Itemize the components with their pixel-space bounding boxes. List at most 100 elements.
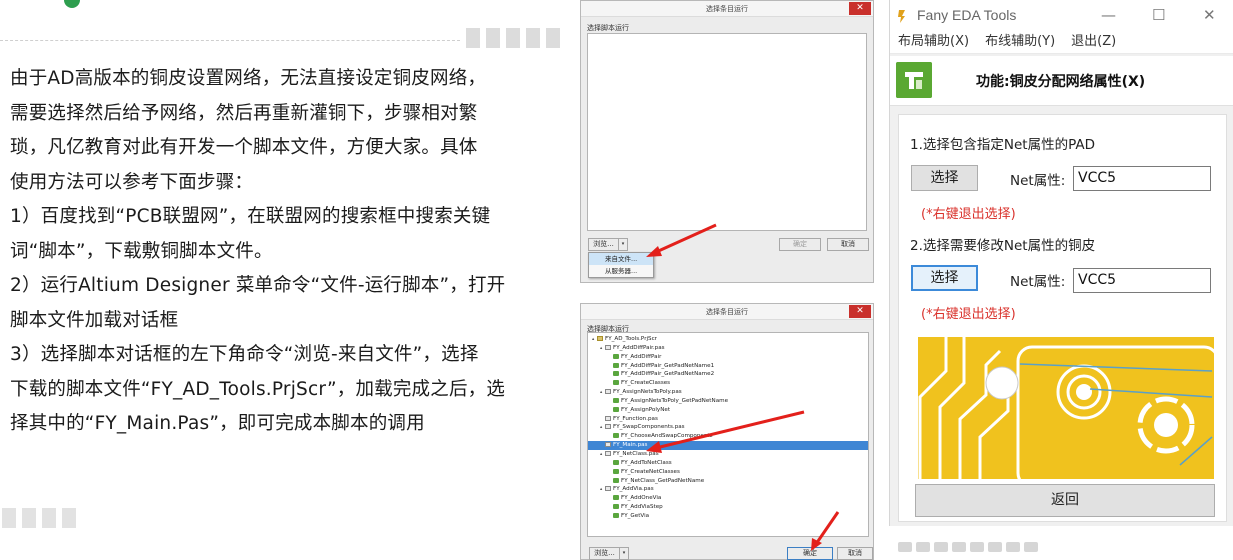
script-file-icon: [605, 344, 611, 350]
tree-item-label: FY_AD_Tools.PrjScr: [605, 336, 657, 342]
procedure-icon: [613, 468, 619, 474]
menu-routing-assist[interactable]: 布线辅助(Y): [985, 32, 1055, 53]
select-copper-button[interactable]: 选择: [911, 265, 978, 291]
browse-button[interactable]: 浏览... ▾: [588, 238, 628, 251]
tree-item[interactable]: FY_AddDiffPair_GetPadNetName2: [588, 370, 868, 379]
tree-item-label: FY_AddVia.pas: [613, 486, 654, 493]
chevron-down-icon[interactable]: ▾: [618, 239, 627, 250]
tree-item[interactable]: ▴ FY_AddVia.pas: [588, 485, 868, 494]
tree-item-label: FY_AddDiffPair_GetPadNetName1: [621, 362, 715, 369]
browse-button[interactable]: 浏览... ▾: [589, 547, 629, 560]
chevron-down-icon[interactable]: ▾: [619, 548, 628, 559]
script-file-icon: [605, 389, 611, 395]
tree-item[interactable]: FY_NetClass_GetPadNetName: [588, 477, 868, 486]
menu-item-from-file[interactable]: 来自文件...: [589, 253, 653, 265]
cropped-footer-blur: [888, 542, 1233, 556]
tree-item-label: FY_AssignPolyNet: [621, 406, 671, 413]
function-title: 功能:铜皮分配网络属性(X): [976, 74, 1146, 90]
cancel-button[interactable]: 取消: [827, 238, 869, 251]
article-line: 需要选择然后给予网络，然后再重新灌铜下，步骤相对繁: [10, 102, 478, 124]
tree-item-label: FY_Function.pas: [613, 415, 658, 422]
article-line: 使用方法可以参考下面步骤：: [10, 171, 254, 193]
menu-layout-assist[interactable]: 布局辅助(X): [898, 32, 969, 53]
procedure-icon: [613, 371, 619, 377]
tree-item[interactable]: ▴ FY_AD_Tools.PrjScr: [588, 335, 868, 344]
procedure-icon: [613, 362, 619, 368]
app-logo-icon: [898, 10, 905, 23]
script-file-icon: [605, 442, 611, 448]
tree-item[interactable]: FY_ChooseAndSwapComponents: [588, 432, 868, 441]
decorative-blocks-bottom: [2, 508, 76, 528]
function-header: 功能:铜皮分配网络属性(X): [890, 56, 1233, 106]
tree-item-label: FY_AddOneVia: [621, 495, 662, 502]
tree-item[interactable]: FY_GetVia: [588, 512, 868, 521]
procedure-icon: [613, 406, 619, 412]
tree-item[interactable]: ▴ FY_AssignNetsToPoly.pas: [588, 388, 868, 397]
tree-item[interactable]: FY_AddOneVia: [588, 494, 868, 503]
tree-item[interactable]: FY_AssignPolyNet: [588, 406, 868, 415]
close-icon[interactable]: ✕: [849, 2, 871, 15]
tree-item[interactable]: ▴ FY_AddDiffPair.pas: [588, 344, 868, 353]
procedure-icon: [613, 512, 619, 518]
tree-item-label: FY_AddToNetClass: [621, 459, 672, 466]
select-pad-button[interactable]: 选择: [911, 165, 978, 191]
tree-item-label: FY_AddViaStep: [621, 504, 663, 511]
close-icon[interactable]: ✕: [1203, 6, 1216, 24]
net-attr-label: Net属性:: [1010, 173, 1066, 189]
close-icon[interactable]: ✕: [849, 305, 871, 318]
menu-item-from-server[interactable]: 从服务器...: [589, 265, 653, 277]
procedure-icon: [613, 397, 619, 403]
tree-item-label: FY_ChooseAndSwapComponents: [621, 433, 713, 440]
tree-item-label: FY_AddDiffPair_GetPadNetName2: [621, 371, 715, 378]
tree-item[interactable]: ▴ FY_SwapComponents.pas: [588, 423, 868, 432]
tree-item[interactable]: FY_CreateClasses: [588, 379, 868, 388]
tree-item[interactable]: FY_AddToNetClass: [588, 459, 868, 468]
tree-item[interactable]: FY_Function.pas: [588, 415, 868, 424]
tree-item[interactable]: ▴ FY_NetClass.pas: [588, 450, 868, 459]
procedure-icon: [613, 477, 619, 483]
browse-dropdown-menu: 来自文件... 从服务器...: [588, 252, 654, 278]
dialog-title-bar: 选择条目运行 ✕: [581, 304, 873, 320]
fany-logo-icon: [896, 62, 932, 98]
pad-net-field[interactable]: VCC5: [1073, 166, 1211, 191]
ok-button[interactable]: 确定: [787, 547, 833, 560]
tree-item[interactable]: FY_AddDiffPair_GetPadNetName1: [588, 362, 868, 371]
article-line: 3）选择脚本对话框的左下角命令“浏览-来自文件”，选择: [10, 344, 479, 365]
script-list-label: 选择脚本运行: [587, 24, 629, 32]
article-line: 脚本文件加载对话框: [10, 309, 179, 331]
tree-item[interactable]: FY_AddDiffPair: [588, 353, 868, 362]
tree-item[interactable]: FY_AssignNetsToPoly_GetPadNetName: [588, 397, 868, 406]
decorative-blocks-top: [466, 28, 560, 48]
step1-label: 1.选择包含指定Net属性的PAD: [910, 137, 1095, 153]
fany-eda-tools-window: Fany EDA Tools — ☐ ✕ 布局辅助(X) 布线辅助(Y) 退出(…: [889, 0, 1233, 526]
ok-button[interactable]: 确定: [779, 238, 821, 251]
script-list[interactable]: [587, 33, 867, 231]
tree-item[interactable]: FY_CreateNetClasses: [588, 468, 868, 477]
tree-item-label: FY_CreateNetClasses: [621, 468, 680, 475]
window-title: Fany EDA Tools: [917, 7, 1017, 23]
menu-exit[interactable]: 退出(Z): [1071, 32, 1116, 53]
minimize-icon[interactable]: —: [1101, 6, 1116, 24]
tree-item[interactable]: FY_AddViaStep: [588, 503, 868, 512]
cancel-button[interactable]: 取消: [837, 547, 873, 560]
tree-item-label: FY_GetVia: [621, 512, 650, 519]
copper-net-field[interactable]: VCC5: [1073, 268, 1211, 293]
script-tree[interactable]: ▴ FY_AD_Tools.PrjScr ▴ FY_AddDiffPair.pas FY…: [587, 332, 869, 537]
tree-item-label: FY_Main.pas: [613, 442, 648, 449]
maximize-icon[interactable]: ☐: [1152, 6, 1165, 24]
function-panel: 1.选择包含指定Net属性的PAD 选择 Net属性: VCC5 (*右键退出选…: [898, 114, 1227, 522]
article-line: 词“脚本”，下载敷铜脚本文件。: [10, 240, 273, 262]
right-click-hint: (*右键退出选择): [921, 207, 1016, 222]
select-script-dialog-tree: 选择条目运行 ✕ 选择脚本运行 ▴ FY_AD_Tools.PrjScr ▴ FY_A…: [580, 303, 874, 560]
script-file-icon: [605, 424, 611, 430]
select-script-dialog-browse: 选择条目运行 ✕ 选择脚本运行 浏览... ▾ 确定 取消 来自文件... 从服…: [580, 0, 874, 283]
dialog-title-bar: 选择条目运行 ✕: [581, 1, 873, 17]
back-button[interactable]: 返回: [915, 484, 1215, 517]
tree-item-selected[interactable]: FY_Main.pas: [588, 441, 868, 450]
menu-bar: 布局辅助(X) 布线辅助(Y) 退出(Z): [890, 32, 1233, 54]
tree-item-label: FY_NetClass_GetPadNetName: [621, 477, 705, 484]
procedure-icon: [613, 504, 619, 510]
procedure-icon: [613, 459, 619, 465]
article-line: 由于AD高版本的铜皮设置网络，无法直接设定铜皮网络，: [10, 68, 487, 89]
tree-item-label: FY_AssignNetsToPoly.pas: [613, 389, 682, 396]
